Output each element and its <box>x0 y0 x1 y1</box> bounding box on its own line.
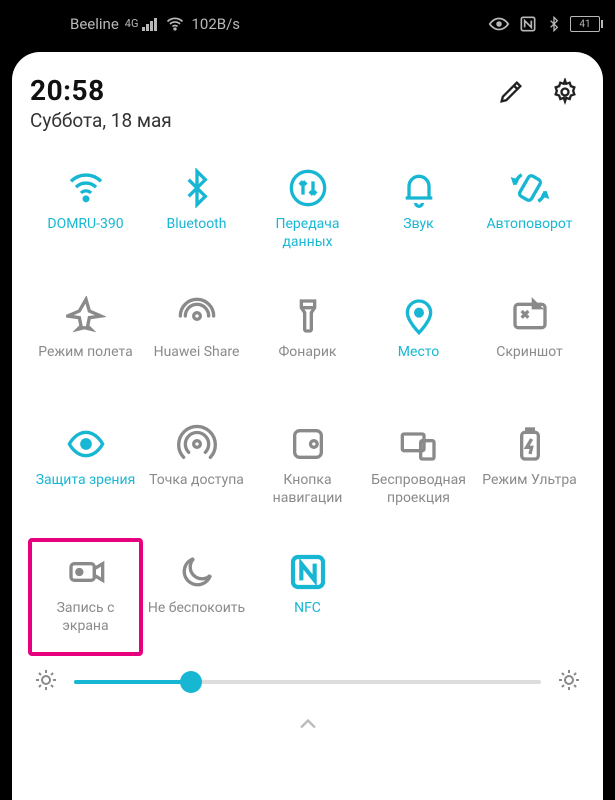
tile-huawei-share[interactable]: Huawei Share <box>141 288 252 398</box>
gear-icon <box>551 78 579 106</box>
tile-mobile-data[interactable]: Передача данных <box>252 160 363 270</box>
moon-icon <box>175 550 219 594</box>
brightness-slider[interactable] <box>74 680 541 684</box>
data-transfer-icon <box>286 166 330 210</box>
collapse-handle[interactable] <box>30 710 585 738</box>
tile-label: Защита зрения <box>36 472 136 490</box>
tile-dnd[interactable]: Не беспокоить <box>141 544 252 654</box>
pencil-icon <box>497 78 525 106</box>
eye-icon <box>64 422 108 466</box>
tile-label: Звук <box>403 216 433 234</box>
share-icon <box>175 294 219 338</box>
tile-sound[interactable]: Звук <box>363 160 474 270</box>
tile-label: Передача данных <box>254 216 361 251</box>
tile-label: Bluetooth <box>167 216 227 234</box>
tile-nav-button[interactable]: Кнопка навигации <box>252 416 363 526</box>
battery-indicator: 41 <box>570 16 603 32</box>
tile-screenshot[interactable]: Скриншот <box>474 288 585 398</box>
wifi-icon <box>64 166 108 210</box>
tile-label: Скриншот <box>496 344 563 362</box>
chevron-up-icon <box>294 710 322 738</box>
airplane-icon <box>64 294 108 338</box>
tile-label: Запись с экрана <box>32 600 139 635</box>
tile-label: DOMRU-390 <box>47 216 123 234</box>
record-icon <box>64 550 108 594</box>
flashlight-icon <box>286 294 330 338</box>
brightness-row <box>30 658 585 706</box>
tile-label: Автоповорот <box>487 216 573 234</box>
tile-label: Кнопка навигации <box>254 472 361 507</box>
location-icon <box>397 294 441 338</box>
carrier-label: Beeline <box>70 15 119 33</box>
tile-wifi[interactable]: DOMRU-390 <box>30 160 141 270</box>
tile-label: Режим полета <box>38 344 132 362</box>
tile-label: Режим Ультра <box>482 472 577 490</box>
edit-button[interactable] <box>497 78 525 110</box>
panel-header: 20:58 Суббота, 18 мая <box>30 74 585 132</box>
clock-time: 20:58 <box>30 74 497 107</box>
tile-label: Место <box>398 344 439 362</box>
nfc-status-icon <box>518 14 538 34</box>
tile-flashlight[interactable]: Фонарик <box>252 288 363 398</box>
nav-dock-icon <box>286 422 330 466</box>
tile-bluetooth[interactable]: Bluetooth <box>141 160 252 270</box>
bluetooth-icon <box>175 166 219 210</box>
eye-comfort-status-icon <box>488 13 510 35</box>
tile-wireless-proj[interactable]: Беспроводная проекция <box>363 416 474 526</box>
tile-eye-comfort[interactable]: Защита зрения <box>30 416 141 526</box>
tile-screen-record[interactable]: Запись с экрана <box>30 544 141 654</box>
signal-bars-icon <box>142 18 157 31</box>
tiles-grid: DOMRU-390 Bluetooth Передача данных Звук Авт… <box>30 160 585 654</box>
nfc-icon <box>286 550 330 594</box>
tile-label: Huawei Share <box>154 344 240 362</box>
tile-label: Точка доступа <box>149 472 244 490</box>
quick-settings-panel: 20:58 Суббота, 18 мая <box>12 52 603 800</box>
screenshot-icon <box>508 294 552 338</box>
brightness-high-icon <box>557 668 581 696</box>
tile-label: NFC <box>294 600 321 618</box>
wifi-status-icon <box>165 14 185 34</box>
projection-icon <box>397 422 441 466</box>
bell-icon <box>397 166 441 210</box>
tile-airplane[interactable]: Режим полета <box>30 288 141 398</box>
tile-location[interactable]: Место <box>363 288 474 398</box>
data-speed-label: 102B/s <box>191 15 240 33</box>
tile-nfc[interactable]: NFC <box>252 544 363 654</box>
clock-date: Суббота, 18 мая <box>30 109 497 132</box>
tile-auto-rotate[interactable]: Автоповорот <box>474 160 585 270</box>
battery-ultra-icon <box>508 422 552 466</box>
tile-label: Не беспокоить <box>148 600 245 618</box>
tile-hotspot[interactable]: Точка доступа <box>141 416 252 526</box>
hotspot-icon <box>175 422 219 466</box>
settings-button[interactable] <box>551 78 579 110</box>
auto-rotate-icon <box>508 166 552 210</box>
tile-label: Фонарик <box>279 344 337 362</box>
tile-ultra-mode[interactable]: Режим Ультра <box>474 416 585 526</box>
tile-label: Беспроводная проекция <box>365 472 472 507</box>
status-bar: Beeline 4G 102B/s 41 <box>0 0 615 48</box>
brightness-thumb[interactable] <box>180 671 202 693</box>
bluetooth-status-icon <box>546 15 562 33</box>
brightness-low-icon <box>34 668 58 696</box>
